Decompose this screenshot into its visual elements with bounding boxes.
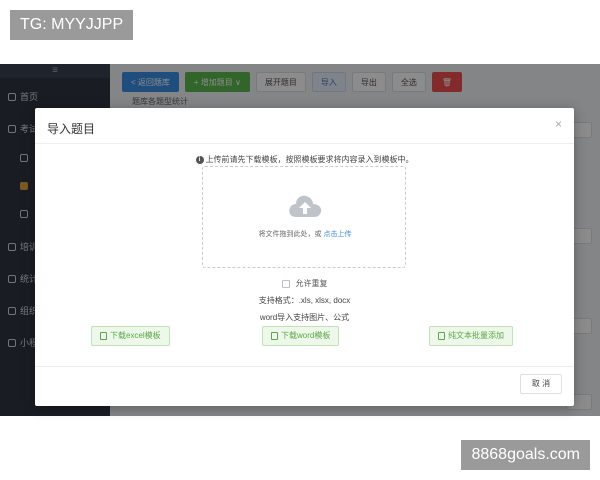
- allow-duplicate-row: 允许重复: [35, 278, 574, 289]
- upload-tip: i 上传前请先下载模板，按照模板要求将内容录入到模板中。: [35, 154, 574, 165]
- supported-formats: 支持格式：.xls, xlsx, docx: [258, 296, 351, 305]
- cancel-button[interactable]: 取 消: [520, 374, 562, 394]
- allow-duplicate-checkbox[interactable]: [281, 279, 290, 288]
- dialog-footer-divider: [35, 366, 574, 367]
- dialog-header: 导入题目 ×: [35, 108, 574, 144]
- watermark-top-left: TG: MYYJJPP: [10, 10, 134, 40]
- screenshot-stage: TG: MYYJJPP ≡ 首页 考试 培训 统计 组织 小程 < 返回题库 +…: [0, 0, 600, 480]
- import-dialog: 导入题目 × i 上传前请先下载模板，按照模板要求将内容录入到模板中。 将文件拖到…: [35, 108, 574, 406]
- dialog-title: 导入题目: [47, 122, 96, 136]
- document-icon: [438, 332, 445, 340]
- word-import-tip: word导入支持图片、公式: [259, 313, 350, 322]
- close-icon[interactable]: ×: [555, 118, 562, 130]
- upload-hint: 将文件拖到此处，或 点击上传: [258, 231, 352, 238]
- info-icon: i: [195, 155, 204, 164]
- click-upload-link[interactable]: 点击上传: [323, 231, 351, 238]
- upload-dropzone[interactable]: 将文件拖到此处，或 点击上传: [202, 166, 406, 268]
- cloud-upload-icon: [289, 195, 322, 217]
- download-excel-template-button[interactable]: 下载excel模板: [91, 326, 170, 346]
- document-icon: [271, 332, 278, 340]
- watermark-bottom-right: 8868goals.com: [461, 440, 590, 470]
- document-icon: [100, 332, 107, 340]
- plain-text-batch-add-button[interactable]: 纯文本批量添加: [429, 326, 513, 346]
- allow-duplicate-label: 允许重复: [295, 279, 328, 288]
- download-word-template-button[interactable]: 下载word模板: [262, 326, 340, 346]
